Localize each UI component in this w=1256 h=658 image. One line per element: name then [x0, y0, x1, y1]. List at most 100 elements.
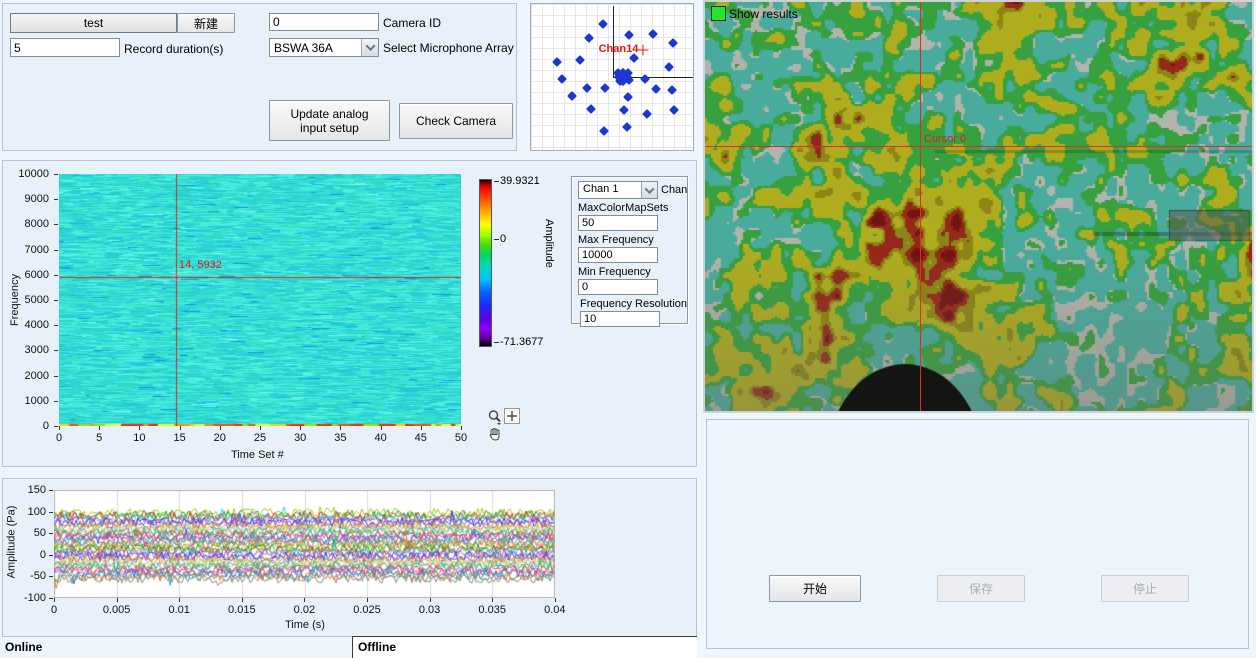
mic-point [575, 55, 585, 65]
colorbar-max-label: 39.9321 [494, 175, 540, 187]
mic-array-plot: Chan14 [530, 3, 694, 151]
config-panel: test 新建 Record duration(s) Camera ID BSW… [2, 3, 517, 151]
mic-array-dropdown-button[interactable] [361, 39, 378, 56]
mic-point [600, 83, 610, 93]
tick-label: 2000 [25, 370, 49, 382]
tick-mark [139, 426, 140, 430]
tick-mark [555, 598, 556, 602]
mic-array-dropdown[interactable]: BSWA 36A [269, 38, 379, 57]
record-duration-input[interactable] [10, 38, 120, 57]
array-cursor-label: Chan14 [599, 43, 639, 55]
action-panel: 开始 保存 停止 [706, 419, 1249, 649]
tick-mark [179, 598, 180, 602]
image-cursor-label: Cursor 0 [924, 133, 966, 145]
waveform-x-axis-label: Time (s) [285, 619, 325, 631]
mic-point [599, 126, 609, 136]
tick-label: 0.025 [353, 604, 381, 616]
tick-mark [54, 275, 58, 276]
colorbar-axis-label: Amplitude [543, 219, 555, 268]
spectrogram-x-axis-label: Time Set # [231, 449, 284, 461]
tick-mark [117, 598, 118, 602]
mic-point [624, 30, 634, 40]
tick-label: 5000 [25, 294, 49, 306]
tick-mark [242, 598, 243, 602]
tick-label: 150 [28, 484, 46, 496]
mic-point [667, 85, 677, 95]
tick-mark [54, 350, 58, 351]
image-cursor-vline[interactable] [920, 2, 921, 411]
zoom-tool-icon[interactable] [487, 409, 503, 425]
max-frequency-input[interactable] [578, 247, 658, 263]
spectrogram-panel: 14, 5932 1000090008000700060005000400030… [2, 160, 697, 467]
tick-label: 0 [40, 549, 46, 561]
tick-label: -100 [24, 592, 46, 604]
tick-mark [49, 555, 53, 556]
maxcolormapsets-label: MaxColorMapSets [578, 202, 668, 214]
min-frequency-label: Min Frequency [578, 266, 651, 278]
tick-mark [54, 250, 58, 251]
save-button[interactable]: 保存 [937, 575, 1025, 602]
acoustic-camera-app: test 新建 Record duration(s) Camera ID BSW… [0, 0, 1256, 658]
check-camera-button[interactable]: Check Camera [399, 103, 513, 139]
chevron-down-icon [365, 41, 375, 51]
update-analog-input-button[interactable]: Update analog input setup [269, 100, 390, 141]
spectrogram-cursor-label: 14, 5932 [179, 259, 222, 271]
acoustic-image[interactable] [705, 2, 1252, 411]
tick-mark [367, 598, 368, 602]
show-results-checkbox[interactable]: Show results [711, 6, 798, 21]
tick-label: 10000 [18, 168, 49, 180]
mic-point [557, 74, 567, 84]
tick-label: 3000 [25, 344, 49, 356]
max-frequency-label: Max Frequency [578, 234, 654, 246]
camera-id-input[interactable] [269, 13, 379, 31]
offline-status-label: Offline [358, 640, 396, 654]
mic-point [640, 74, 650, 84]
tick-mark [492, 598, 493, 602]
maxcolormapsets-input[interactable] [578, 215, 658, 231]
waveform-panel: 150100500-50-100 00.0050.010.0150.020.02… [2, 478, 697, 637]
tick-label: 7000 [25, 244, 49, 256]
tick-mark [49, 490, 53, 491]
tick-mark [340, 426, 341, 430]
tick-mark [180, 426, 181, 430]
array-cursor-cross-icon[interactable] [637, 45, 648, 56]
tick-label: 9000 [25, 193, 49, 205]
tick-mark [54, 376, 58, 377]
frequency-resolution-input[interactable] [580, 311, 660, 327]
new-project-button[interactable]: 新建 [177, 13, 235, 33]
frequency-resolution-label: Frequency Resolution [580, 298, 687, 310]
min-frequency-input[interactable] [578, 279, 658, 295]
cursor-move-tool-icon[interactable] [504, 408, 520, 424]
mic-point [582, 83, 592, 93]
channel-selected-value: Chan 1 [583, 183, 618, 195]
tick-label: 20 [214, 432, 226, 444]
project-name-field[interactable]: test [10, 13, 177, 33]
spectrogram-y-axis-label: Frequency [9, 274, 21, 326]
start-button[interactable]: 开始 [769, 575, 861, 602]
waveform-graph[interactable] [54, 490, 555, 598]
tick-mark [49, 533, 53, 534]
tick-mark [49, 512, 53, 513]
tick-label: 30 [294, 432, 306, 444]
channel-label: Chan [661, 184, 687, 196]
tick-mark [461, 426, 462, 430]
mic-array-label: Select Microphone Array [383, 41, 514, 55]
stop-button[interactable]: 停止 [1101, 575, 1189, 602]
tick-mark [99, 426, 100, 430]
tick-mark [54, 426, 58, 427]
tick-mark [430, 598, 431, 602]
image-cursor-hline[interactable] [705, 146, 1252, 147]
tick-mark [54, 174, 58, 175]
channel-dropdown[interactable]: Chan 1 [578, 181, 658, 199]
project-name-value: test [84, 16, 103, 30]
tick-label: 0 [43, 420, 49, 432]
mic-point [619, 105, 629, 115]
mic-point [664, 62, 674, 72]
tick-label: 0.03 [419, 604, 440, 616]
colorbar-mid-label: 0 [494, 233, 506, 245]
channel-controls-box: Chan 1 Chan MaxColorMapSets Max Frequenc… [571, 176, 688, 324]
channel-dropdown-button[interactable] [641, 182, 657, 198]
spectrogram-graph[interactable] [59, 174, 461, 426]
tick-label: 50 [455, 432, 467, 444]
pan-hand-tool-icon[interactable] [487, 426, 503, 442]
